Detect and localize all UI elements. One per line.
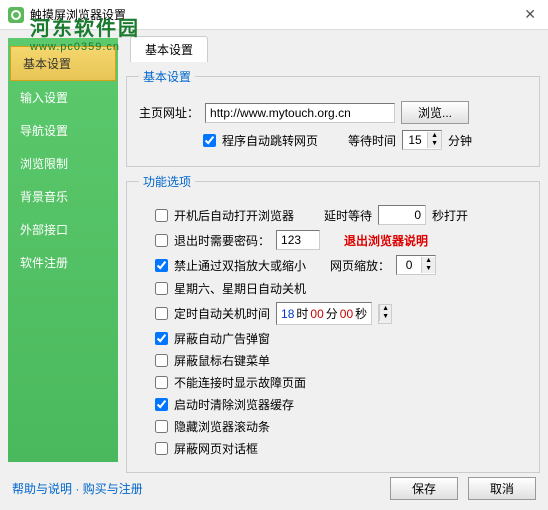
exit-note: 退出浏览器说明: [344, 232, 428, 249]
help-link[interactable]: 帮助与说明: [12, 482, 72, 496]
exit-pwd-input[interactable]: [276, 230, 320, 250]
clear-cache-checkbox[interactable]: [155, 398, 168, 411]
timed-off-label: 定时自动关机时间: [174, 305, 270, 322]
block-rclick-label: 屏蔽鼠标右键菜单: [174, 352, 270, 369]
footer: 帮助与说明 · 购买与注册 保存 取消: [12, 477, 536, 500]
wait-stepper[interactable]: ▲▼: [402, 130, 442, 150]
sidebar-item-limit[interactable]: 浏览限制: [8, 147, 118, 180]
delay-input[interactable]: [378, 205, 426, 225]
no-pinch-checkbox[interactable]: [155, 259, 168, 272]
up-icon[interactable]: ▲: [421, 257, 435, 265]
zoom-label: 网页缩放：: [330, 257, 390, 274]
exit-pwd-checkbox[interactable]: [155, 234, 168, 247]
auto-jump-label: 程序自动跳转网页: [222, 132, 318, 149]
block-popup-checkbox[interactable]: [155, 332, 168, 345]
hide-scroll-label: 隐藏浏览器滚动条: [174, 418, 270, 435]
auto-open-label: 开机后自动打开浏览器: [174, 207, 294, 224]
sidebar-item-register[interactable]: 软件注册: [8, 246, 118, 279]
homepage-label: 主页网址：: [139, 104, 199, 121]
auto-open-checkbox[interactable]: [155, 209, 168, 222]
delay-label: 延时等待: [324, 207, 372, 224]
sidebar-item-basic[interactable]: 基本设置: [10, 46, 116, 81]
sidebar-item-external[interactable]: 外部接口: [8, 213, 118, 246]
zoom-stepper[interactable]: ▲▼: [396, 255, 436, 275]
hide-scroll-checkbox[interactable]: [155, 420, 168, 433]
no-fault-checkbox[interactable]: [155, 376, 168, 389]
titlebar: 触摸屏浏览器设置 ✕: [0, 0, 548, 30]
sidebar-item-music[interactable]: 背景音乐: [8, 180, 118, 213]
save-button[interactable]: 保存: [390, 477, 458, 500]
wait-unit: 分钟: [448, 132, 472, 149]
basic-legend: 基本设置: [139, 68, 195, 85]
homepage-input[interactable]: [205, 103, 395, 123]
sidebar-item-input[interactable]: 输入设置: [8, 81, 118, 114]
basic-settings-group: 基本设置 主页网址： 浏览... 程序自动跳转网页 等待时间 ▲▼ 分钟: [126, 68, 540, 167]
app-icon: [8, 7, 24, 23]
block-dialog-label: 屏蔽网页对话框: [174, 440, 258, 457]
function-options-group: 功能选项 开机后自动打开浏览器 延时等待 秒打开 退出时需要密码： 退出浏览器说…: [126, 173, 540, 473]
timed-off-checkbox[interactable]: [155, 307, 168, 320]
block-rclick-checkbox[interactable]: [155, 354, 168, 367]
time-input[interactable]: 18时 00分 00秒: [276, 302, 372, 325]
weekend-off-checkbox[interactable]: [155, 282, 168, 295]
clear-cache-label: 启动时清除浏览器缓存: [174, 396, 294, 413]
tab-header: 基本设置: [126, 38, 540, 62]
block-popup-label: 屏蔽自动广告弹窗: [174, 330, 270, 347]
down-icon[interactable]: ▼: [379, 313, 391, 321]
wait-label: 等待时间: [348, 132, 396, 149]
tab-basic[interactable]: 基本设置: [130, 36, 208, 62]
close-icon[interactable]: ✕: [520, 6, 540, 23]
up-icon[interactable]: ▲: [379, 305, 391, 313]
up-icon[interactable]: ▲: [427, 132, 441, 140]
buy-link[interactable]: 购买与注册: [83, 482, 143, 496]
exit-pwd-label: 退出时需要密码：: [174, 232, 270, 249]
down-icon[interactable]: ▼: [421, 265, 435, 273]
func-legend: 功能选项: [139, 173, 195, 190]
block-dialog-checkbox[interactable]: [155, 442, 168, 455]
auto-jump-checkbox[interactable]: [203, 134, 216, 147]
link-separator: ·: [75, 482, 82, 496]
sidebar: 基本设置 输入设置 导航设置 浏览限制 背景音乐 外部接口 软件注册: [8, 38, 118, 462]
no-fault-label: 不能连接时显示故障页面: [174, 374, 306, 391]
sidebar-item-nav[interactable]: 导航设置: [8, 114, 118, 147]
window-title: 触摸屏浏览器设置: [30, 6, 126, 23]
no-pinch-label: 禁止通过双指放大或缩小: [174, 257, 306, 274]
down-icon[interactable]: ▼: [427, 140, 441, 148]
browse-button[interactable]: 浏览...: [401, 101, 469, 124]
weekend-off-label: 星期六、星期日自动关机: [174, 280, 306, 297]
delay-unit: 秒打开: [432, 207, 468, 224]
cancel-button[interactable]: 取消: [468, 477, 536, 500]
